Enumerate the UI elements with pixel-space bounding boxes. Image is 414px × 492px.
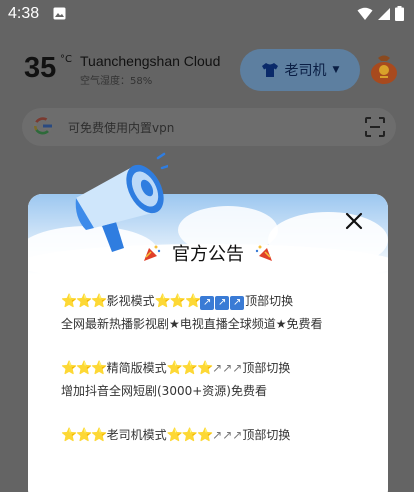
- item-description: 增加抖音全网短剧(3000+资源)免费看: [61, 384, 267, 398]
- arrow-up-right-icons: ↗↗↗: [200, 294, 245, 310]
- star-icons: ⭐⭐⭐: [61, 294, 108, 309]
- star-icons: ⭐⭐⭐: [166, 428, 214, 443]
- red-envelope-icon[interactable]: [370, 54, 398, 84]
- star-icons: ⭐⭐⭐: [61, 428, 108, 443]
- battery-icon: [395, 6, 404, 21]
- temperature: 35: [24, 52, 57, 84]
- star-icons: ⭐⭐⭐: [61, 361, 108, 376]
- megaphone-icon: [75, 152, 168, 252]
- party-popper-icon: [255, 245, 272, 261]
- arrow-up-right-icons: ↗↗↗: [212, 361, 243, 375]
- status-bar: 4:38: [0, 0, 414, 28]
- wifi-icon: [357, 7, 373, 20]
- list-item: ⭐⭐⭐老司机模式⭐⭐⭐↗↗↗顶部切换: [61, 425, 371, 446]
- list-item: ⭐⭐⭐影视模式⭐⭐⭐ ↗ ↗ ↗ 顶部切换 全网最新热播影视剧★电视直播全球频道★免费看: [61, 291, 371, 336]
- signal-icon: [378, 7, 390, 20]
- item-description: 全网最新热播影视剧★电视直播全球频道★免费看: [61, 317, 323, 331]
- mode-label: 老司机: [284, 63, 327, 79]
- star-icons: ⭐⭐⭐: [154, 294, 202, 309]
- dialog-title: 官方公告: [172, 244, 244, 265]
- star-icons: ⭐⭐⭐: [166, 361, 214, 376]
- shirt-icon: [261, 63, 278, 77]
- search-placeholder: 可免费使用内置vpn: [68, 121, 175, 135]
- item-name: 精简版模式: [106, 361, 167, 375]
- scan-icon[interactable]: [364, 116, 386, 138]
- arrow-up-right-icons: ↗↗↗: [212, 428, 243, 442]
- image-notification-icon: [53, 7, 66, 20]
- item-action: 顶部切换: [242, 361, 291, 375]
- humidity: 空气湿度：58%: [80, 76, 153, 87]
- item-name: 老司机模式: [106, 428, 167, 442]
- announcement-list: ⭐⭐⭐影视模式⭐⭐⭐ ↗ ↗ ↗ 顶部切换 全网最新热播影视剧★电视直播全球频道★免费看…: [61, 291, 371, 468]
- item-action: 顶部切换: [245, 294, 294, 308]
- google-icon: [33, 116, 52, 136]
- chevron-down-icon: ▼: [332, 65, 340, 75]
- item-action: 顶部切换: [242, 428, 291, 442]
- mode-switch-button[interactable]: 老司机 ▼: [240, 49, 360, 91]
- close-icon[interactable]: [343, 210, 365, 232]
- temperature-unit: °C: [60, 54, 72, 65]
- status-time: 4:38: [8, 5, 40, 22]
- item-name: 影视模式: [106, 294, 155, 308]
- city-weather: Tuanchengshan Cloud: [80, 53, 221, 69]
- search-bar[interactable]: 可免费使用内置vpn: [22, 108, 396, 146]
- list-item: ⭐⭐⭐精简版模式⭐⭐⭐↗↗↗顶部切换 增加抖音全网短剧(3000+资源)免费看: [61, 358, 371, 403]
